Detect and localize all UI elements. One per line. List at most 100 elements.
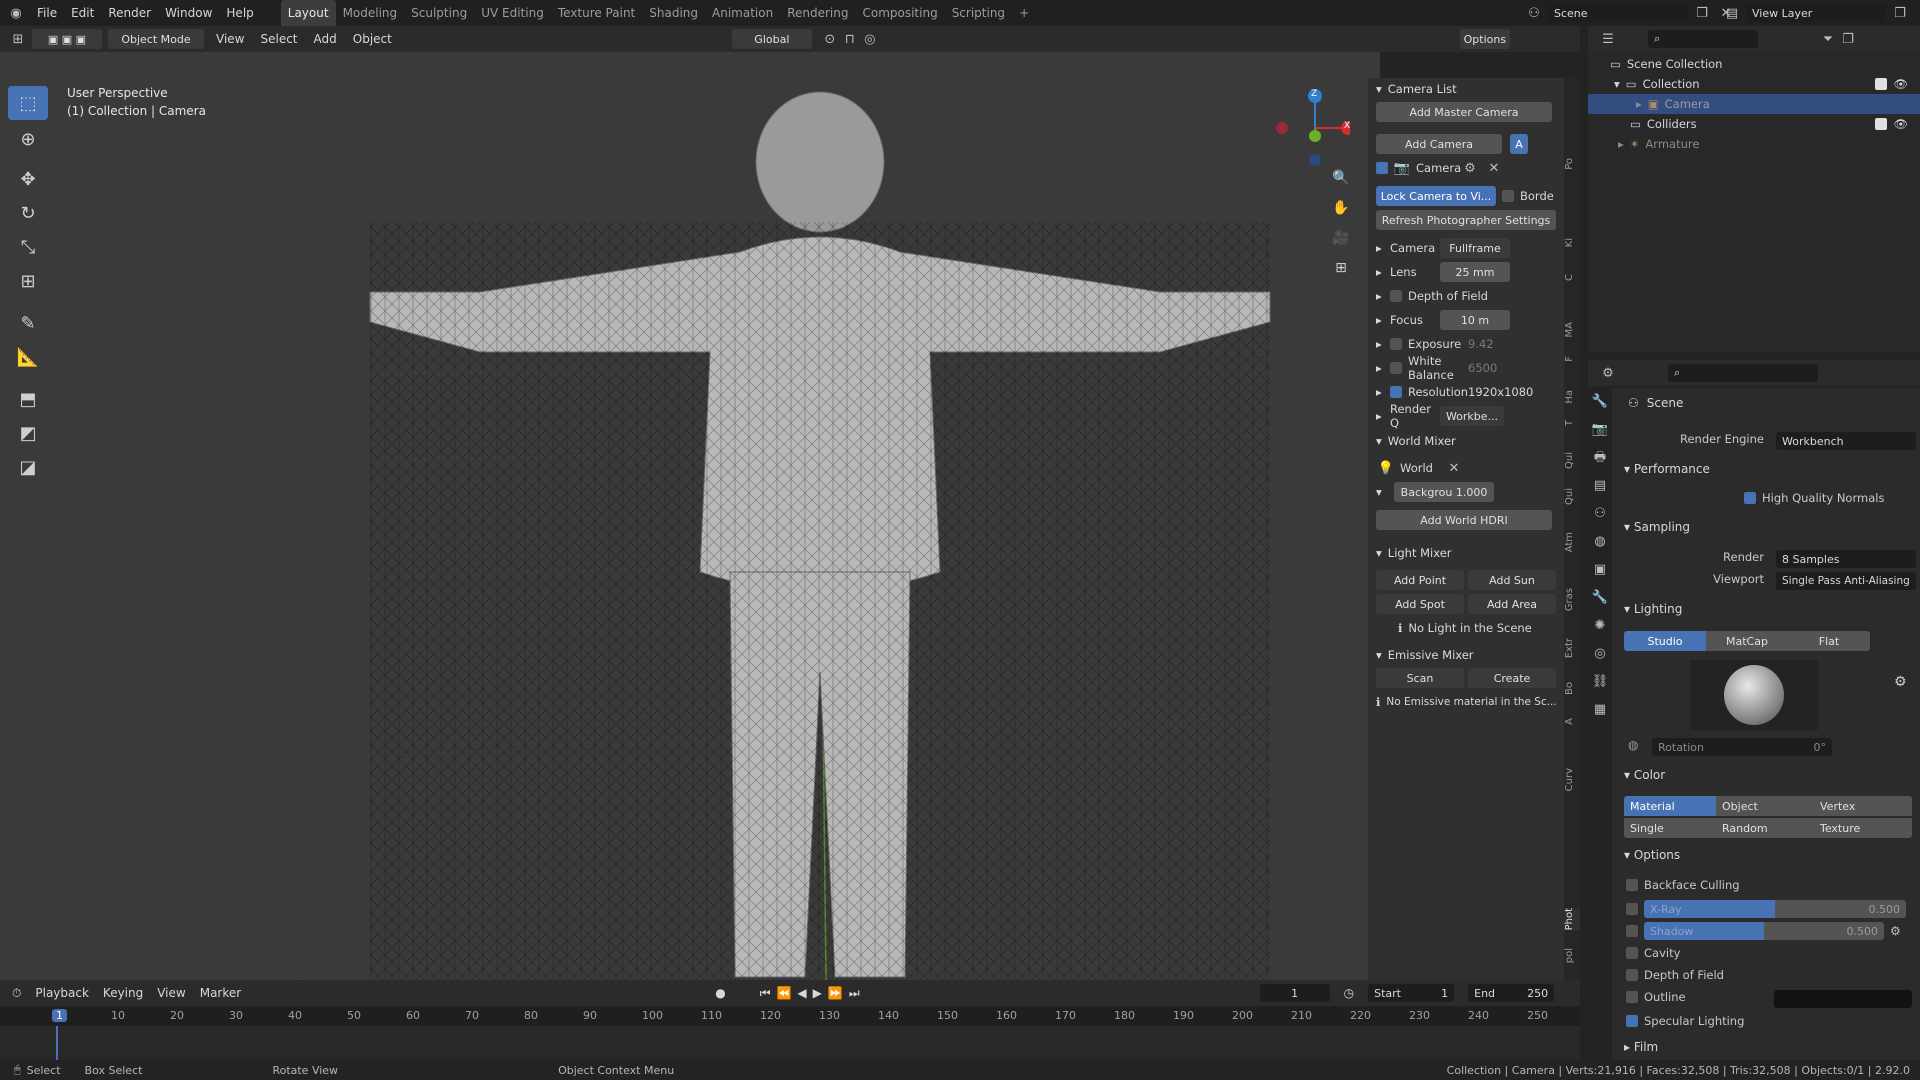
annotate-tool[interactable]: ✎	[8, 306, 48, 340]
proportional-edit-icon[interactable]: ◎	[860, 29, 880, 49]
start-frame-field[interactable]: Start 1	[1368, 984, 1455, 1002]
add-spot-button[interactable]: Add Spot	[1376, 594, 1464, 614]
wb-label[interactable]: White Balance	[1408, 354, 1468, 382]
modifier-tab-icon[interactable]: 🔧	[1588, 584, 1612, 612]
menu-add[interactable]: Add	[314, 32, 337, 46]
sidebar-tab[interactable]: Qui	[1564, 452, 1580, 469]
record-icon[interactable]: ●	[715, 986, 725, 1000]
world-tab-icon[interactable]: ◍	[1588, 528, 1612, 556]
focus-field[interactable]: 10 m	[1440, 310, 1510, 330]
constraints-tab-icon[interactable]: ⛓	[1588, 668, 1612, 696]
render-quality-label[interactable]: Render Q	[1390, 402, 1440, 430]
sidebar-tab[interactable]: Ki	[1564, 238, 1580, 247]
color-object-toggle[interactable]: Object	[1716, 796, 1814, 816]
world-mixer-title[interactable]: World Mixer	[1388, 434, 1456, 448]
new-collection-icon[interactable]: ❐	[1838, 29, 1858, 49]
add-camera-button[interactable]: Add Camera	[1376, 134, 1502, 154]
render-engine-dropdown[interactable]: Workbe...	[1440, 406, 1504, 426]
measure-tool[interactable]: 📐	[8, 340, 48, 374]
camera-item-label[interactable]: Camera	[1416, 161, 1461, 175]
tab-modeling[interactable]: Modeling	[336, 0, 405, 26]
sort-az-icon[interactable]: A	[1510, 134, 1528, 154]
pan-hand-icon[interactable]: ✋	[1326, 194, 1356, 222]
current-frame-field[interactable]: 1	[1259, 984, 1330, 1002]
shear-tool[interactable]: ◩	[8, 416, 48, 450]
lens-label[interactable]: Lens	[1390, 265, 1440, 279]
tab-scripting[interactable]: Scripting	[945, 0, 1012, 26]
visibility-eye-icon[interactable]: 👁	[1893, 117, 1908, 131]
color-random-toggle[interactable]: Random	[1716, 818, 1814, 838]
matcap-toggle[interactable]: MatCap	[1706, 631, 1788, 651]
outliner-editor-icon[interactable]: ☰	[1598, 29, 1618, 49]
shadow-slider[interactable]: Shadow 0.500	[1644, 922, 1884, 940]
rotate-tool[interactable]: ↻	[8, 196, 48, 230]
rotation-field[interactable]: Rotation 0°	[1652, 738, 1832, 756]
studio-light-preview[interactable]	[1690, 660, 1818, 730]
close-layer-icon[interactable]: ✕	[1914, 3, 1920, 23]
world-delete-icon[interactable]: ✕	[1444, 458, 1464, 478]
dof-label[interactable]: Depth of Field	[1408, 289, 1488, 303]
emissive-mixer-title[interactable]: Emissive Mixer	[1388, 648, 1474, 662]
camera-section-label[interactable]: Camera	[1390, 241, 1440, 255]
tab-layout[interactable]: Layout	[280, 0, 336, 26]
sidebar-tab[interactable]: C	[1564, 274, 1580, 281]
sidebar-tab[interactable]: Qui	[1564, 488, 1580, 505]
sidebar-tab[interactable]: Po	[1564, 158, 1580, 170]
sidebar-tab[interactable]: Extr	[1564, 638, 1580, 658]
tab-rendering[interactable]: Rendering	[780, 0, 855, 26]
tab-compositing[interactable]: Compositing	[855, 0, 944, 26]
view-layer-tab-icon[interactable]: ▤	[1588, 472, 1612, 500]
object-tab-icon[interactable]: ▣	[1588, 556, 1612, 584]
orientation-dropdown[interactable]: Global	[731, 29, 812, 49]
viewport-aa-dropdown[interactable]: Single Pass Anti-Aliasing	[1776, 572, 1916, 590]
outline-checkbox[interactable]	[1626, 991, 1638, 1003]
performance-panel[interactable]: ▾ Performance	[1624, 462, 1710, 476]
playhead[interactable]	[56, 1026, 58, 1060]
menu-file[interactable]: File	[30, 0, 64, 26]
sidebar-tab[interactable]: Gras	[1564, 588, 1580, 611]
color-panel[interactable]: ▾ Color	[1624, 768, 1665, 782]
delete-camera-icon[interactable]: ✕	[1484, 158, 1504, 178]
duplicate-scene-icon[interactable]: ❐	[1692, 3, 1712, 23]
camera-enable-checkbox[interactable]	[1376, 162, 1388, 174]
sensor-dropdown[interactable]: Fullframe	[1440, 238, 1510, 258]
outliner-collection[interactable]: ▾ ▭ Collection 👁	[1588, 74, 1920, 94]
sidebar-tab[interactable]: A	[1564, 718, 1580, 725]
render-tab-icon[interactable]: 📷	[1588, 416, 1612, 444]
outline-color-swatch[interactable]	[1774, 990, 1912, 1008]
cavity-checkbox[interactable]	[1626, 947, 1638, 959]
tab-sculpting[interactable]: Sculpting	[404, 0, 474, 26]
menu-edit[interactable]: Edit	[64, 0, 101, 26]
shadow-settings-icon[interactable]: ⚙	[1890, 924, 1901, 938]
zoom-icon[interactable]: 🔍	[1326, 164, 1356, 192]
output-tab-icon[interactable]: 🖶	[1588, 444, 1612, 472]
properties-editor-icon[interactable]: ⚙	[1598, 363, 1618, 383]
tab-shading[interactable]: Shading	[642, 0, 705, 26]
xray-checkbox[interactable]	[1626, 903, 1638, 915]
add-workspace-icon[interactable]: +	[1012, 0, 1036, 26]
add-cube-tool[interactable]: ⬒	[8, 382, 48, 416]
border-checkbox[interactable]	[1502, 190, 1514, 202]
lens-field[interactable]: 25 mm	[1440, 262, 1510, 282]
scene-name-field[interactable]: Scene	[1548, 4, 1688, 22]
add-point-button[interactable]: Add Point	[1376, 570, 1464, 590]
specular-checkbox[interactable]	[1626, 1015, 1638, 1027]
particles-tab-icon[interactable]: ✺	[1588, 612, 1612, 640]
exposure-checkbox[interactable]	[1390, 338, 1402, 350]
exposure-value[interactable]: 9.42	[1468, 337, 1494, 351]
options-panel[interactable]: ▾ Options	[1624, 848, 1680, 862]
menu-help[interactable]: Help	[219, 0, 260, 26]
resolution-checkbox[interactable]	[1390, 386, 1402, 398]
studio-toggle[interactable]: Studio	[1624, 631, 1706, 651]
scene-icon[interactable]: ⚇	[1524, 3, 1544, 23]
camera-list-header[interactable]: ▾ Camera List	[1368, 78, 1564, 100]
visibility-eye-icon[interactable]: 👁	[1893, 77, 1908, 91]
end-frame-field[interactable]: End 250	[1468, 984, 1555, 1002]
physics-tab-icon[interactable]: ◎	[1588, 640, 1612, 668]
exposure-label[interactable]: Exposure	[1408, 337, 1468, 351]
sidebar-tab[interactable]: Bo	[1564, 682, 1580, 695]
dof-checkbox[interactable]	[1390, 290, 1402, 302]
background-strength[interactable]: Backgrou 1.000	[1394, 482, 1494, 502]
properties-search-input[interactable]: ⌕	[1668, 364, 1818, 382]
shadow-checkbox[interactable]	[1626, 925, 1638, 937]
